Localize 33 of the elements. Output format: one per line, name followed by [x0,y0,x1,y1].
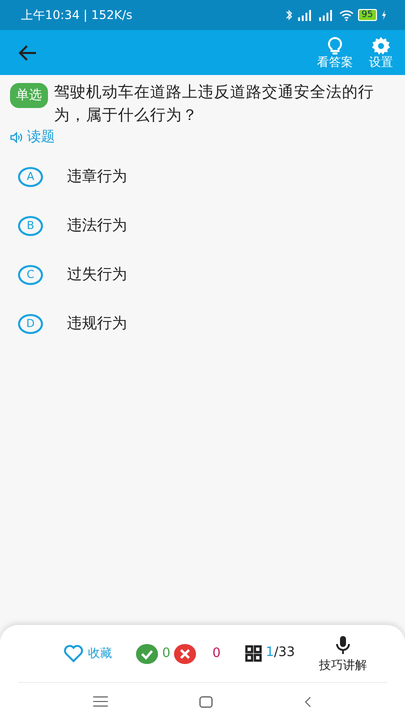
settings-icon [371,36,391,56]
option-letter: A [18,166,43,186]
bluetooth-icon [284,9,293,21]
grid-icon [244,645,262,662]
question-type-badge: 单选 [10,83,48,108]
signal-icon [296,10,314,20]
speaker-icon [10,132,23,143]
answer-option[interactable]: D 违规行为 [0,299,405,348]
answer-option[interactable]: A 违章行为 [0,152,405,201]
charging-icon [381,10,387,20]
check-circle-icon [136,644,158,664]
battery-level: 95 [358,9,377,21]
question-stem: 驾驶机动车在道路上违反道路交通安全法的行为，属于什么行为？ [54,82,375,126]
heart-icon [63,644,84,663]
back-arrow-icon [18,42,38,62]
back-button[interactable] [18,42,38,62]
menu-icon[interactable] [93,696,108,707]
option-letter: D [18,314,43,334]
status-time: 上午10:34 | 152K/s [21,7,132,24]
cross-circle-icon [174,644,196,664]
home-icon[interactable] [198,696,213,708]
tips-button[interactable]: 技巧讲解 [319,634,367,672]
wrong-count: 0 [212,644,221,663]
microphone-icon [336,634,350,655]
wifi-icon [338,10,354,20]
answer-option[interactable]: B 违法行为 [0,201,405,250]
signal-icon [318,10,335,20]
option-letter: B [18,216,43,236]
option-letter: C [18,264,43,284]
lightbulb-icon [325,36,345,56]
answer-option[interactable]: C 过失行为 [0,250,405,299]
correct-count: 0 [162,644,170,663]
back-icon[interactable] [304,696,312,708]
